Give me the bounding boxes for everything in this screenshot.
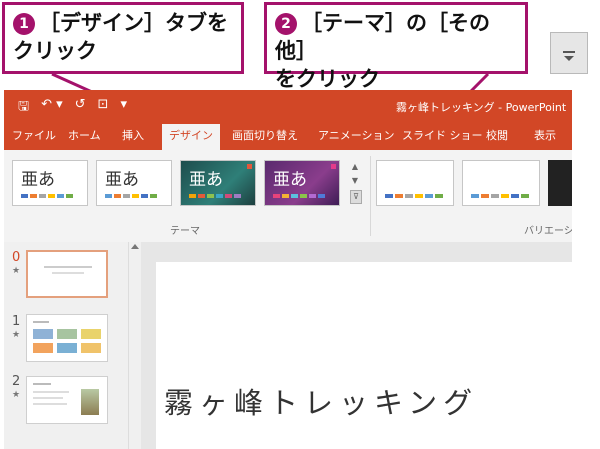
group-label-variants: バリエーション <box>524 226 572 237</box>
variant-1[interactable] <box>376 160 454 206</box>
present-icon[interactable]: ⊡ <box>98 97 109 119</box>
tab-home[interactable]: ホーム <box>68 122 101 150</box>
thumb-text-line <box>33 403 67 405</box>
theme-flag <box>247 164 252 169</box>
theme-glyph: 亜あ <box>273 170 307 190</box>
thumb-title-line <box>33 383 51 385</box>
gallery-scroll-down-button[interactable]: ▼ <box>350 174 360 188</box>
customize-qat-icon[interactable]: ▾ <box>120 97 127 119</box>
group-label-themes: テーマ <box>170 226 200 237</box>
thumb-title-line <box>44 266 92 268</box>
thumb-tile <box>81 329 101 339</box>
theme-glyph: 亜あ <box>21 170 55 190</box>
step2-line1: ［テーマ］の［その他］ <box>275 11 490 63</box>
tab-design[interactable]: デザイン <box>162 124 220 150</box>
tab-insert[interactable]: 挿入 <box>122 122 144 150</box>
theme-colors <box>21 194 73 198</box>
title-bar: 🖫 ↶ ▾ ↺ ⊡ ▾ 霧ヶ峰トレッキング - PowerPoint <box>4 90 572 122</box>
tab-slideshow[interactable]: スライド ショー <box>402 122 483 150</box>
thumb-text-line <box>33 391 69 393</box>
design-ribbon: 亜あ 亜あ 亜あ 亜あ ▲ ▼ ⊽ テーマ バリエーシ <box>4 150 572 243</box>
theme-office-2[interactable]: 亜あ <box>96 160 172 206</box>
quick-access-toolbar: 🖫 ↶ ▾ ↺ ⊡ ▾ <box>18 97 127 119</box>
variant-3[interactable] <box>548 160 572 206</box>
tab-animations[interactable]: アニメーション <box>318 122 395 150</box>
callout-step2: 2 ［テーマ］の［その他］ をクリック <box>264 2 528 91</box>
theme-more-button-enlarged[interactable] <box>550 32 588 74</box>
slide-thumbnail-1[interactable] <box>26 250 108 298</box>
window-title: 霧ヶ峰トレッキング - PowerPoint <box>396 101 567 114</box>
slide-star-3: ★ <box>12 390 21 400</box>
thumbnail-scrollbar[interactable] <box>128 242 141 449</box>
gallery-scroll-up-button[interactable]: ▲ <box>350 160 360 174</box>
slide-thumbnail-3[interactable] <box>26 376 108 424</box>
thumb-tile <box>57 329 77 339</box>
thumb-title-line <box>33 321 49 323</box>
slide-thumbnail-2[interactable] <box>26 314 108 362</box>
group-separator <box>370 156 371 236</box>
theme-more-button[interactable]: ⊽ <box>350 190 362 204</box>
variant-colors <box>471 194 529 198</box>
thumb-subtitle-line <box>52 272 84 274</box>
theme-glyph: 亜あ <box>105 170 139 190</box>
step1-line2: クリック <box>13 39 97 63</box>
tab-transitions[interactable]: 画面切り替え <box>232 122 298 150</box>
variant-2[interactable] <box>462 160 540 206</box>
redo-icon[interactable]: ↺ <box>75 97 86 119</box>
step2-number: 2 <box>275 13 297 35</box>
scroll-up-icon[interactable] <box>131 244 139 249</box>
save-icon[interactable]: 🖫 <box>18 97 29 119</box>
tab-review[interactable]: 校閲 <box>486 122 508 150</box>
theme-gallery-scroll: ▲ ▼ ⊽ <box>350 160 362 208</box>
slide-number-2: 1 <box>12 314 21 329</box>
callout-step1: 1 ［デザイン］タブを クリック <box>2 2 244 74</box>
thumb-text-line <box>33 397 63 399</box>
thumb-tile <box>33 329 53 339</box>
slide-number-3: 2 <box>12 374 21 389</box>
slide-number-1: 0 <box>12 250 21 265</box>
theme-office[interactable]: 亜あ <box>12 160 88 206</box>
theme-colors <box>189 194 241 198</box>
thumb-tile <box>33 343 53 353</box>
variant-colors <box>385 194 443 198</box>
thumb-tile <box>57 343 77 353</box>
powerpoint-window: 🖫 ↶ ▾ ↺ ⊡ ▾ 霧ヶ峰トレッキング - PowerPoint ファイル … <box>4 90 572 449</box>
theme-dark-teal[interactable]: 亜あ <box>180 160 256 206</box>
slide-title[interactable]: 霧ヶ峰トレッキング <box>164 380 478 422</box>
thumb-photo <box>81 389 99 415</box>
theme-colors <box>273 194 325 198</box>
tab-view[interactable]: 表示 <box>534 122 556 150</box>
theme-colors <box>105 194 157 198</box>
more-arrow-icon <box>564 56 574 61</box>
more-bar-icon <box>563 51 575 53</box>
tab-file[interactable]: ファイル <box>12 122 56 150</box>
step2-line2: をクリック <box>275 67 380 91</box>
step1-line1: ［デザイン］タブを <box>39 11 228 35</box>
step1-number: 1 <box>13 13 35 35</box>
theme-flag <box>331 164 336 169</box>
slide-star-2: ★ <box>12 330 21 340</box>
theme-dark-purple[interactable]: 亜あ <box>264 160 340 206</box>
ribbon-tabs: ファイル ホーム 挿入 デザイン 画面切り替え アニメーション スライド ショー… <box>4 122 572 150</box>
workspace: 0 ★ 1 ★ 2 ★ 霧ヶ峰トレッキング <box>4 242 572 449</box>
thumb-tile <box>81 343 101 353</box>
slide-thumbnail-pane: 0 ★ 1 ★ 2 ★ <box>4 242 130 449</box>
theme-glyph: 亜あ <box>189 170 223 190</box>
slide-star-1: ★ <box>12 266 21 276</box>
undo-icon[interactable]: ↶ ▾ <box>41 97 63 119</box>
